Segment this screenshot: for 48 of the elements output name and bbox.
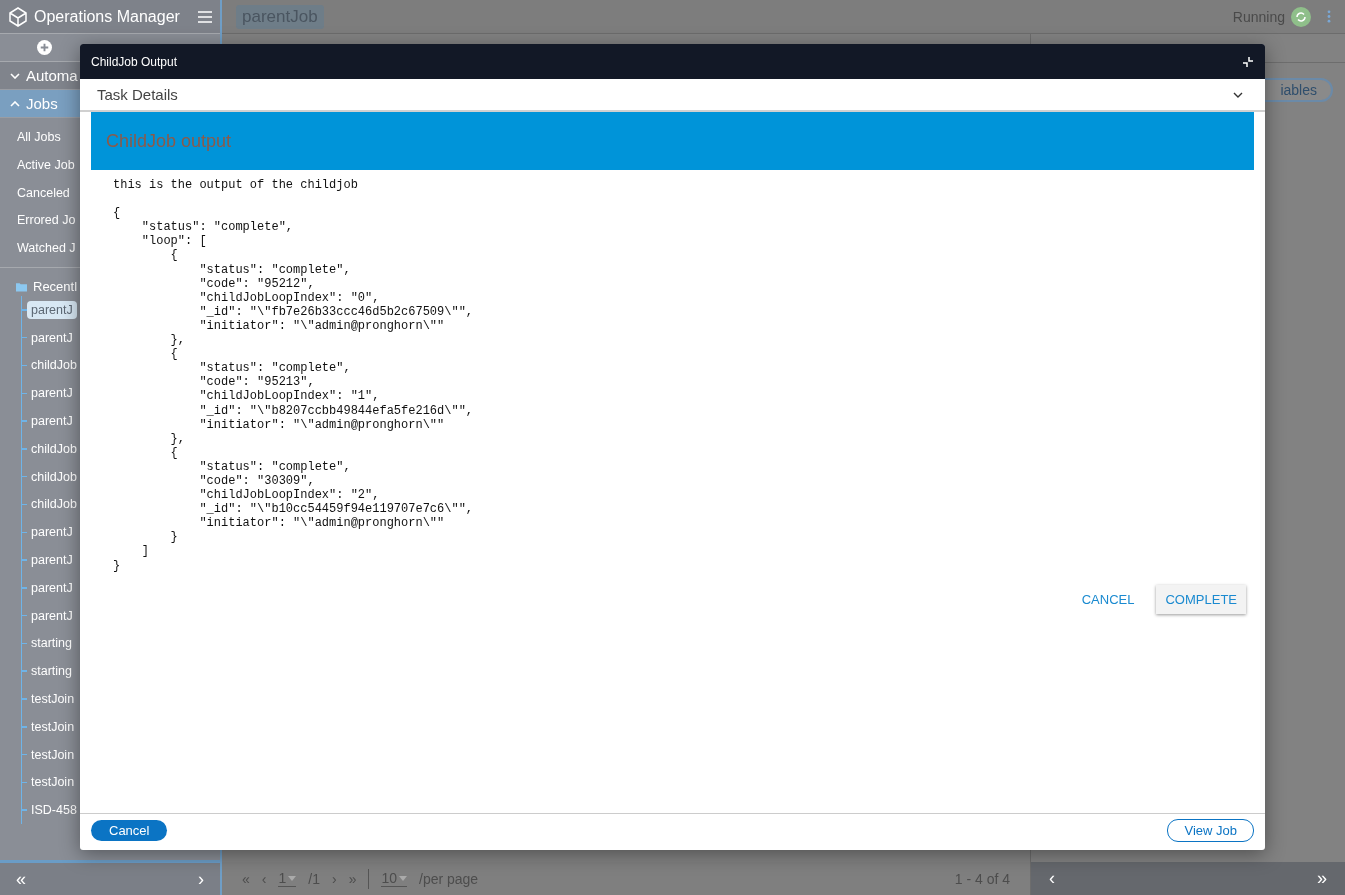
logo-icon <box>8 6 28 27</box>
tree-item[interactable]: ISD-458 <box>27 801 81 820</box>
output-text: this is the output of the childjob { "status": "complete", "loop": [ { "status": "complete", "code": "95212", "childJobLoopIndex": "0", "_id": "\"fb7e26b33ccc46d5b2c67509\"", "initiator": "\"admin@pronghorn\"" }, { "status": "complete", "code": "95213", "childJobLoopIndex": "1", "_id": "\"b8207ccbb49844efa5fe216d\"", "initiator": "\"admin@pronghorn\"" }, { "status": "complete", "code": "30309", "childJobLoopIndex": "2", "_id": "\"b10cc54459f94e119707e7c6\"", "initiator": "\"admin@pronghorn\"" } ] } <box>113 178 475 573</box>
tree-item[interactable]: childJob <box>27 467 81 486</box>
tree-item[interactable]: parentJ <box>27 412 77 431</box>
chevron-icon[interactable] <box>1233 91 1243 98</box>
tree-item[interactable]: starting <box>27 662 76 681</box>
tree-item[interactable]: parentJ <box>27 551 77 570</box>
app-title: Operations Manager <box>34 7 181 26</box>
next-button[interactable]: › <box>198 868 204 890</box>
last-page-button[interactable]: » <box>348 870 357 887</box>
tree-item[interactable]: testJoin <box>27 773 79 792</box>
tree-item[interactable]: parentJ <box>27 328 77 347</box>
folder-icon <box>16 282 27 292</box>
tree-item[interactable]: parentJ <box>27 300 77 319</box>
cancel-button[interactable]: Cancel <box>91 819 168 841</box>
recent-label: Recentl <box>33 279 78 295</box>
tree-item[interactable]: childJob <box>27 439 81 458</box>
chevron-up-icon <box>10 100 20 107</box>
prev-page-button[interactable]: ‹ <box>261 870 267 887</box>
section-title[interactable]: Task Details <box>97 86 178 103</box>
collapse-button[interactable]: « <box>16 868 26 890</box>
next-page-button[interactable]: › <box>331 870 337 887</box>
tree-item[interactable]: parentJ <box>27 606 77 625</box>
dropdown-icon <box>399 875 407 881</box>
dropdown-icon <box>288 875 297 881</box>
expand-button[interactable]: » <box>1317 868 1327 889</box>
complete-button[interactable]: COMPLETE <box>1156 584 1246 614</box>
minimize-icon[interactable] <box>1242 55 1254 68</box>
first-page-button[interactable]: « <box>242 870 250 887</box>
cancel-button[interactable]: CANCEL <box>1077 584 1139 614</box>
tree-item[interactable]: testJoin <box>27 690 79 709</box>
menu-icon[interactable] <box>198 10 212 23</box>
chevron-down-icon <box>10 72 20 79</box>
tree-item[interactable]: parentJ <box>27 523 77 542</box>
refresh-icon[interactable] <box>1291 6 1311 27</box>
prev-button[interactable]: ‹ <box>1049 868 1055 889</box>
tree-item[interactable]: parentJ <box>27 578 77 597</box>
tree-item[interactable]: childJob <box>27 495 81 514</box>
tree-item[interactable]: testJoin <box>27 717 79 736</box>
add-icon[interactable] <box>37 40 52 55</box>
banner-title: ChildJob output <box>106 130 232 152</box>
modal-title: ChildJob Output <box>91 54 178 69</box>
tree-item[interactable]: childJob <box>27 356 81 375</box>
view-job-button[interactable]: View Job <box>1167 818 1254 842</box>
tree-item[interactable]: testJoin <box>27 745 79 764</box>
tree-item[interactable]: starting <box>27 634 76 653</box>
tree-item[interactable]: parentJ <box>27 384 77 403</box>
